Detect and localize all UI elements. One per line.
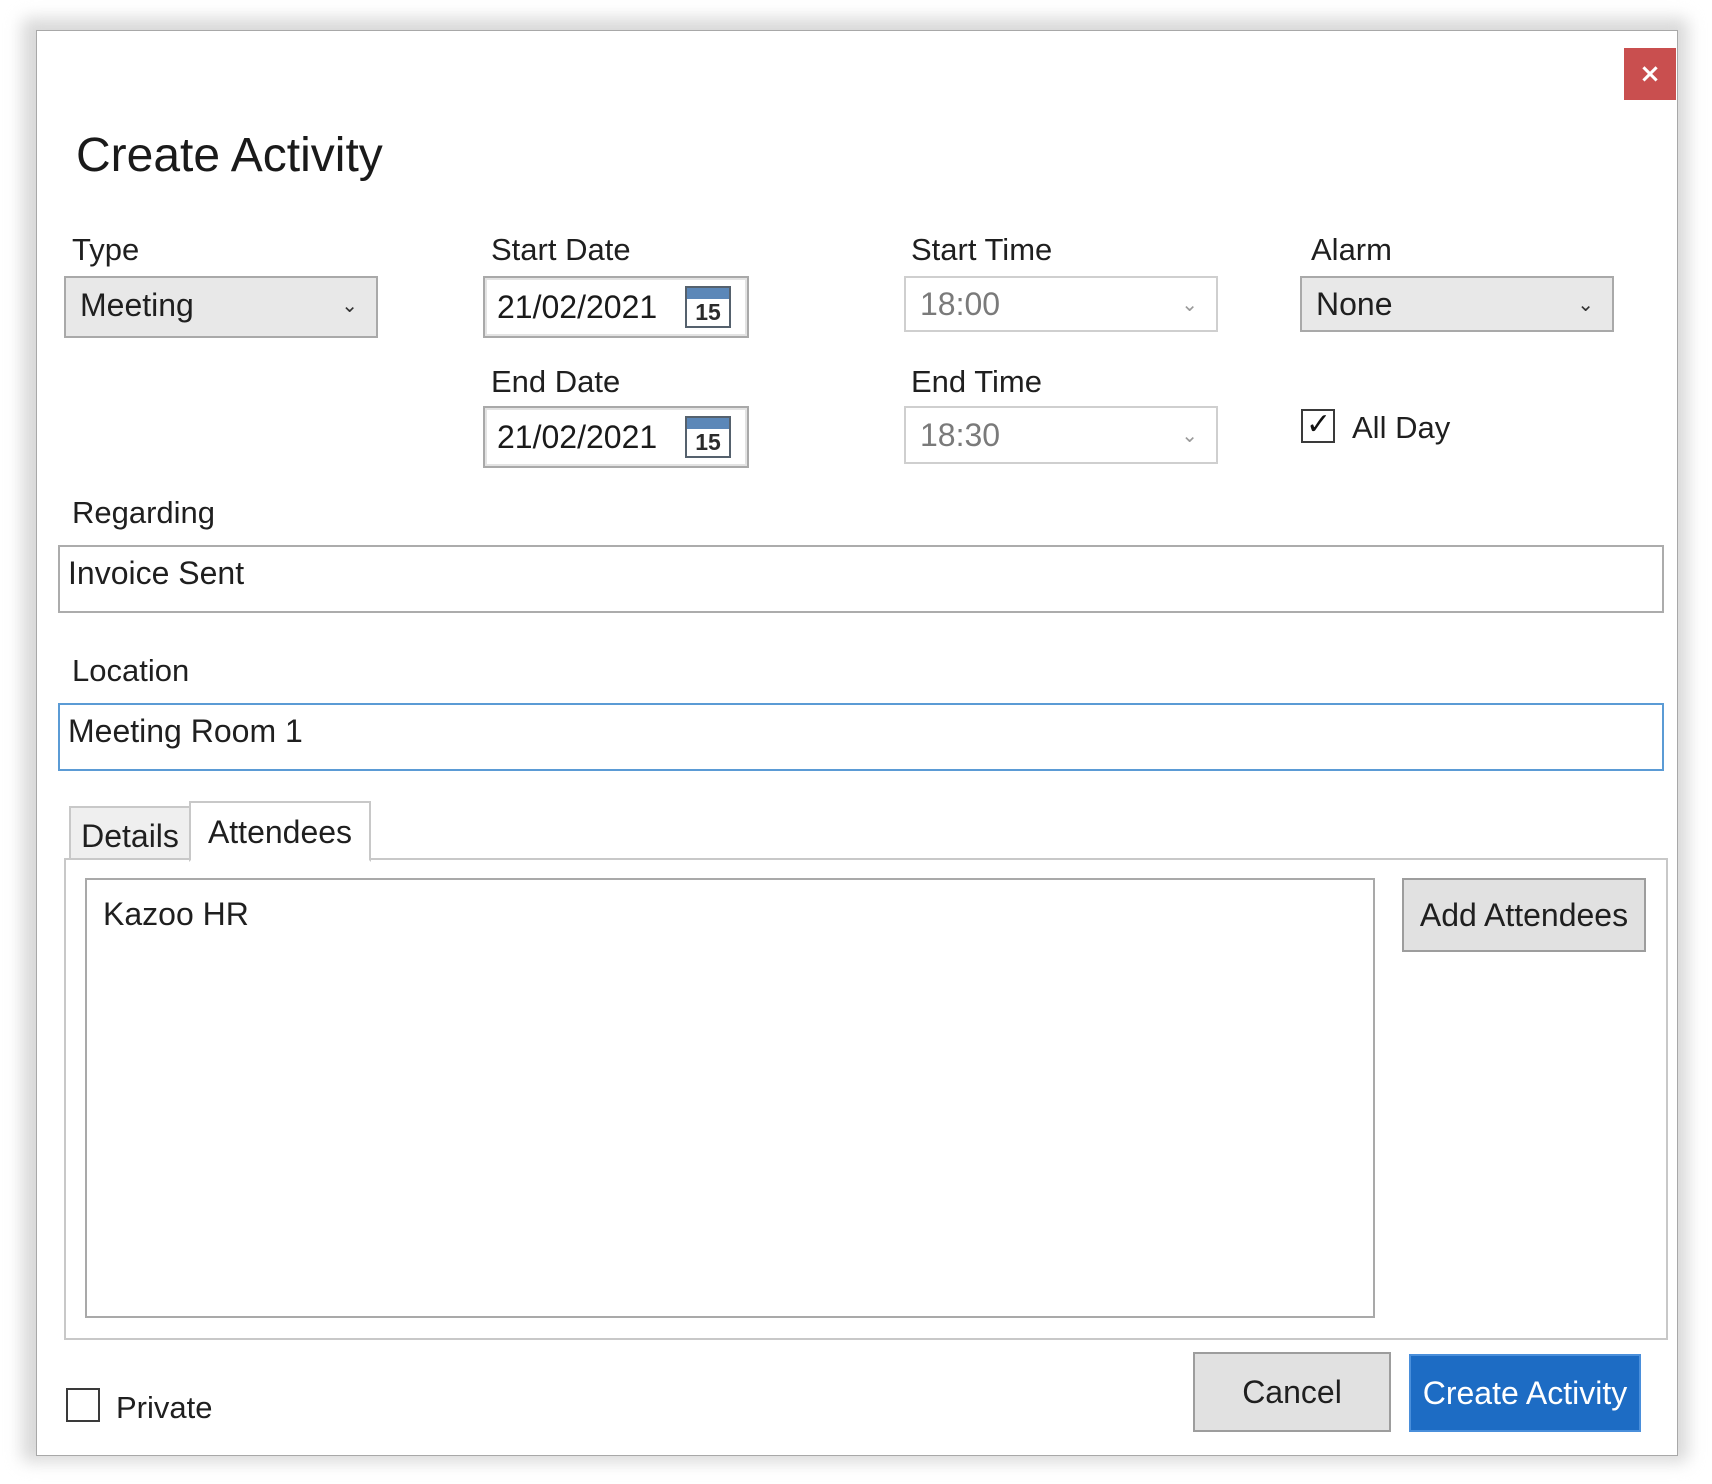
end-date-value: 21/02/2021 <box>497 419 658 455</box>
alarm-select[interactable]: None ⌄ <box>1300 276 1614 332</box>
tab-details[interactable]: Details <box>69 806 191 860</box>
start-date-picker[interactable]: 21/02/2021 15 <box>483 276 749 338</box>
start-date-value: 21/02/2021 <box>497 289 658 325</box>
type-label: Type <box>72 232 140 267</box>
chevron-down-icon: ⌄ <box>1181 423 1198 447</box>
calendar-icon-day: 15 <box>695 299 721 325</box>
type-select[interactable]: Meeting ⌄ <box>64 276 378 338</box>
add-attendees-button[interactable]: Add Attendees <box>1402 878 1646 952</box>
end-date-label: End Date <box>491 364 621 399</box>
tab-attendees[interactable]: Attendees <box>189 801 371 862</box>
all-day-label[interactable]: All Day <box>1352 410 1450 446</box>
regarding-input[interactable]: Invoice Sent <box>58 545 1664 613</box>
alarm-select-value: None <box>1316 286 1393 322</box>
close-button[interactable]: × <box>1624 48 1676 100</box>
end-date-picker[interactable]: 21/02/2021 15 <box>483 406 749 468</box>
list-item[interactable]: Kazoo HR <box>103 896 249 933</box>
checkmark-icon: ✓ <box>1306 407 1332 442</box>
start-time-label: Start Time <box>911 232 1053 267</box>
dialog-title: Create Activity <box>76 129 383 182</box>
calendar-icon-day: 15 <box>695 429 721 455</box>
create-activity-button[interactable]: Create Activity <box>1409 1354 1641 1432</box>
start-time-select[interactable]: 18:00 ⌄ <box>904 276 1218 332</box>
cancel-button[interactable]: Cancel <box>1193 1352 1391 1432</box>
calendar-icon-header <box>687 418 729 429</box>
private-label[interactable]: Private <box>116 1390 212 1426</box>
chevron-down-icon: ⌄ <box>341 293 358 317</box>
alarm-label: Alarm <box>1311 232 1392 267</box>
regarding-label: Regarding <box>72 495 216 530</box>
type-select-value: Meeting <box>80 287 194 323</box>
calendar-icon[interactable]: 15 <box>685 286 731 328</box>
end-time-label: End Time <box>911 364 1042 399</box>
start-date-label: Start Date <box>491 232 631 267</box>
close-icon: × <box>1639 59 1661 89</box>
end-time-select[interactable]: 18:30 ⌄ <box>904 406 1218 464</box>
regarding-input-value: Invoice Sent <box>68 555 245 591</box>
end-time-value: 18:30 <box>920 417 1001 453</box>
start-time-value: 18:00 <box>920 286 1001 322</box>
calendar-icon-header <box>687 288 729 299</box>
calendar-icon[interactable]: 15 <box>685 416 731 458</box>
chevron-down-icon: ⌄ <box>1577 292 1594 316</box>
location-input-value: Meeting Room 1 <box>68 713 303 749</box>
all-day-checkbox[interactable]: ✓ <box>1301 407 1335 443</box>
location-label: Location <box>72 653 190 688</box>
chevron-down-icon: ⌄ <box>1181 292 1198 316</box>
private-checkbox[interactable] <box>66 1388 100 1422</box>
location-input[interactable]: Meeting Room 1 <box>58 703 1664 771</box>
attendees-list[interactable]: Kazoo HR <box>85 878 1375 1318</box>
